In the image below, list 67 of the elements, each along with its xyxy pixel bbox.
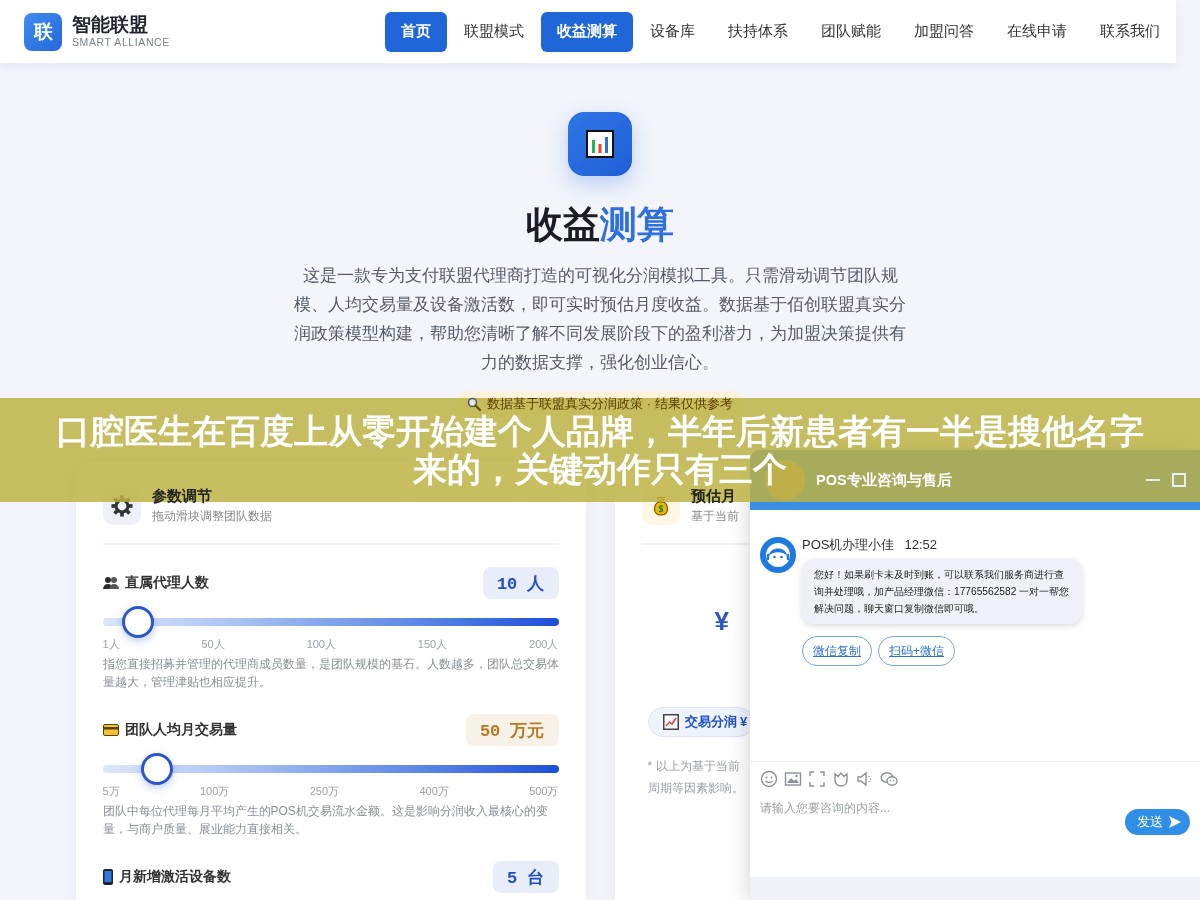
agent-avatar-icon [760, 537, 796, 573]
tick-label: 100万 [200, 784, 230, 798]
currency-symbol: ¥ [714, 606, 729, 636]
slider-track[interactable] [102, 753, 559, 785]
image-icon[interactable] [784, 770, 802, 788]
parameter-label: 月新增激活设备数 [118, 868, 231, 886]
send-icon [1168, 815, 1182, 829]
nav-tab[interactable]: 联盟模式 [448, 11, 540, 52]
parameter-description: 团队中每位代理每月平均产生的POS机交易流水金额。这是影响分润收入最核心的变量，与商户质量、展业能力直接相关。 [102, 803, 549, 838]
nav-tab[interactable]: 收益测算 [541, 11, 633, 52]
flower-icon[interactable] [832, 770, 850, 788]
logo-mark[interactable]: 联 [24, 12, 62, 51]
nav-tab[interactable]: 在线申请 [991, 11, 1083, 52]
tick-label: 200人 [529, 637, 559, 651]
chat-bubbles-icon[interactable] [880, 770, 898, 788]
slider-track[interactable] [102, 606, 559, 638]
tick-label: 250万 [309, 784, 340, 798]
parameter-description: 指您直接招募并管理的代理商成员数量，是团队规模的基石。人数越多，团队总交易体量越大，管理津贴也相应提升。 [102, 656, 559, 691]
fullscreen-icon[interactable] [808, 770, 826, 788]
nav-tab[interactable]: 团队赋能 [805, 11, 897, 52]
card-title: 预估月 [690, 486, 736, 506]
page-title: 收益测算 [525, 203, 675, 247]
tick-label: 400万 [419, 784, 449, 798]
maximize-icon[interactable] [1172, 473, 1186, 487]
intro-paragraph: 这是一款专为支付联盟代理商打造的可视化分润模拟工具。只需滑动调节团队规模、人均交易量及设备激活数，即可实时预估月度收益。数据基于佰创联盟真实分润政策模型构建，帮助您清晰了解不同发展阶段下的盈利潜力，为加盟决策提供有力的数据支撑，强化创业信心。 [294, 265, 906, 374]
value-badge: 50 万元 [465, 714, 559, 746]
message-time: 12:52 [904, 537, 937, 553]
breakdown-text: 交易分润 ¥ [684, 713, 748, 731]
search-icon [467, 397, 482, 411]
sender-name: POS机办理小佳 [802, 537, 895, 553]
footnote-text: * 以上为基于当前 [647, 758, 740, 775]
card-subtitle: 拖动滑块调整团队数据 [151, 508, 272, 525]
nav-tab[interactable]: 联系我们 [1084, 11, 1176, 52]
tick-label: 1人 [102, 637, 120, 651]
quick-reply-button[interactable]: 微信复制 [802, 636, 872, 666]
chat-title: POS专业咨询与售后 [816, 470, 952, 490]
parameter-label: 直属代理人数 [124, 574, 209, 592]
footnote-text: 周期等因素影响。 [647, 780, 744, 797]
tick-label: 500万 [529, 784, 559, 798]
line-chart-icon [662, 714, 679, 730]
parameter-label: 团队人均月交易量 [124, 721, 237, 739]
tick-label: 150人 [417, 637, 448, 651]
phone-icon [102, 869, 113, 885]
message-input-field[interactable]: 请输入您要咨询的内容... [760, 800, 1115, 860]
brand-name: 智能联盟 [72, 14, 149, 36]
notice-text: 数据基于联盟真实分润政策 · 结果仅供参考 [487, 395, 733, 413]
brand-tagline: SMART ALLIANCE [72, 36, 170, 49]
card-subtitle: 基于当前 [690, 508, 739, 525]
slider-thumb[interactable] [121, 606, 154, 638]
people-icon [102, 576, 119, 590]
nav-tab[interactable]: 设备库 [634, 11, 711, 52]
credit-card-icon [102, 724, 119, 736]
nav-tab[interactable]: 首页 [385, 11, 447, 52]
tick-label: 50人 [201, 637, 225, 651]
card-title: 参数调节 [151, 486, 212, 506]
tick-label: 5万 [102, 784, 120, 798]
smiley-icon[interactable] [760, 770, 778, 788]
slider-thumb[interactable] [141, 753, 174, 785]
value-badge: 10 人 [482, 567, 559, 599]
nav-tab[interactable]: 扶持体系 [712, 11, 804, 52]
tick-label: 100人 [306, 637, 336, 651]
quick-reply-button[interactable]: 扫码+微信 [878, 636, 955, 666]
message-bubble: 您好！如果刷卡未及时到账，可以联系我们服务商进行查询并处理哦，加产品经理微信：17765562582 一对一帮您解决问题，聊天窗口复制微信即可哦。 [802, 559, 1082, 624]
bar-chart-icon [568, 112, 632, 176]
speaker-icon[interactable] [856, 770, 874, 788]
nav-tab[interactable]: 加盟问答 [898, 11, 990, 52]
value-badge: 5 台 [493, 861, 559, 893]
